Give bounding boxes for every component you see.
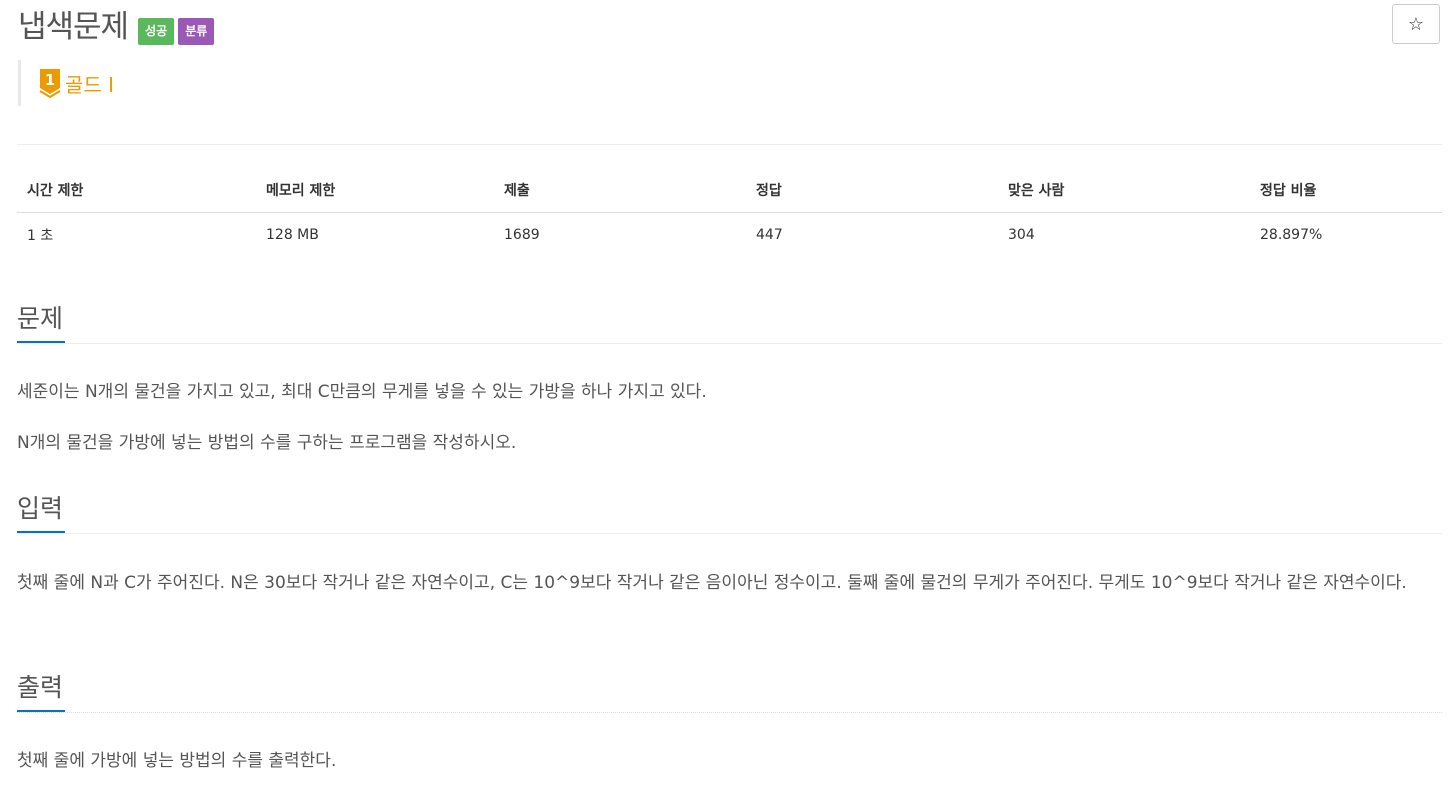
input-section-header: 입력: [17, 487, 1442, 534]
submissions-header: 제출: [494, 168, 746, 213]
category-badge[interactable]: 분류: [178, 17, 215, 45]
description-paragraph: 세준이는 N개의 물건을 가지고 있고, 최대 C만큼의 무게를 넣을 수 있는…: [17, 382, 707, 402]
solvers-header: 맞은 사람: [998, 168, 1250, 213]
description-section-title: 문제: [17, 297, 66, 343]
gold-1-tier-icon: 1: [39, 69, 61, 98]
accepted-header: 정답: [746, 168, 998, 213]
memory-limit-value: 128 MB: [266, 227, 319, 243]
input-section-title: 입력: [17, 487, 66, 533]
tier-icon-number: 1: [45, 71, 55, 89]
accept-ratio-value: 28.897%: [1260, 227, 1323, 243]
problem-info-table: 시간 제한 메모리 제한 제출 정답 맞은 사람 정답 비율 1 초 128 M…: [17, 168, 1442, 257]
output-section-title: 출력: [17, 666, 66, 712]
description-section-header: 문제: [17, 297, 1442, 344]
tier-label[interactable]: 골드 I: [65, 69, 114, 98]
problem-header: 냅색문제 성공 분류: [18, 4, 215, 50]
problem-page: 냅색문제 성공 분류 ☆ 1 골드 I 시간 제한 메모리 제한 제출 정답 맞…: [0, 0, 1450, 798]
description-paragraph: N개의 물건을 가방에 넣는 방법의 수를 구하는 프로그램을 작성하시오.: [17, 433, 517, 453]
input-paragraph: 첫째 줄에 N과 C가 주어진다. N은 30보다 작거나 같은 자연수이고, …: [17, 573, 1407, 593]
time-limit-header: 시간 제한: [17, 168, 256, 213]
accepted-value[interactable]: 447: [746, 213, 998, 258]
solvers-value[interactable]: 304: [998, 213, 1250, 258]
favorite-star-button[interactable]: ☆: [1392, 4, 1440, 44]
tier-block: 1 골드 I: [18, 60, 114, 106]
memory-limit-header: 메모리 제한: [256, 168, 494, 213]
time-limit-value: 1 초: [27, 228, 54, 244]
submissions-value[interactable]: 1689: [494, 213, 746, 258]
accept-ratio-header: 정답 비율: [1250, 168, 1442, 213]
output-section-header: 출력: [17, 666, 1442, 713]
info-header-row: 시간 제한 메모리 제한 제출 정답 맞은 사람 정답 비율: [17, 168, 1442, 213]
star-outline-icon: ☆: [1407, 13, 1425, 35]
success-badge: 성공: [138, 17, 175, 45]
info-value-row: 1 초 128 MB 1689 447 304 28.897%: [17, 213, 1442, 258]
problem-title: 냅색문제: [18, 9, 129, 45]
header-divider: [17, 144, 1442, 145]
output-paragraph: 첫째 줄에 가방에 넣는 방법의 수를 출력한다.: [17, 751, 337, 771]
